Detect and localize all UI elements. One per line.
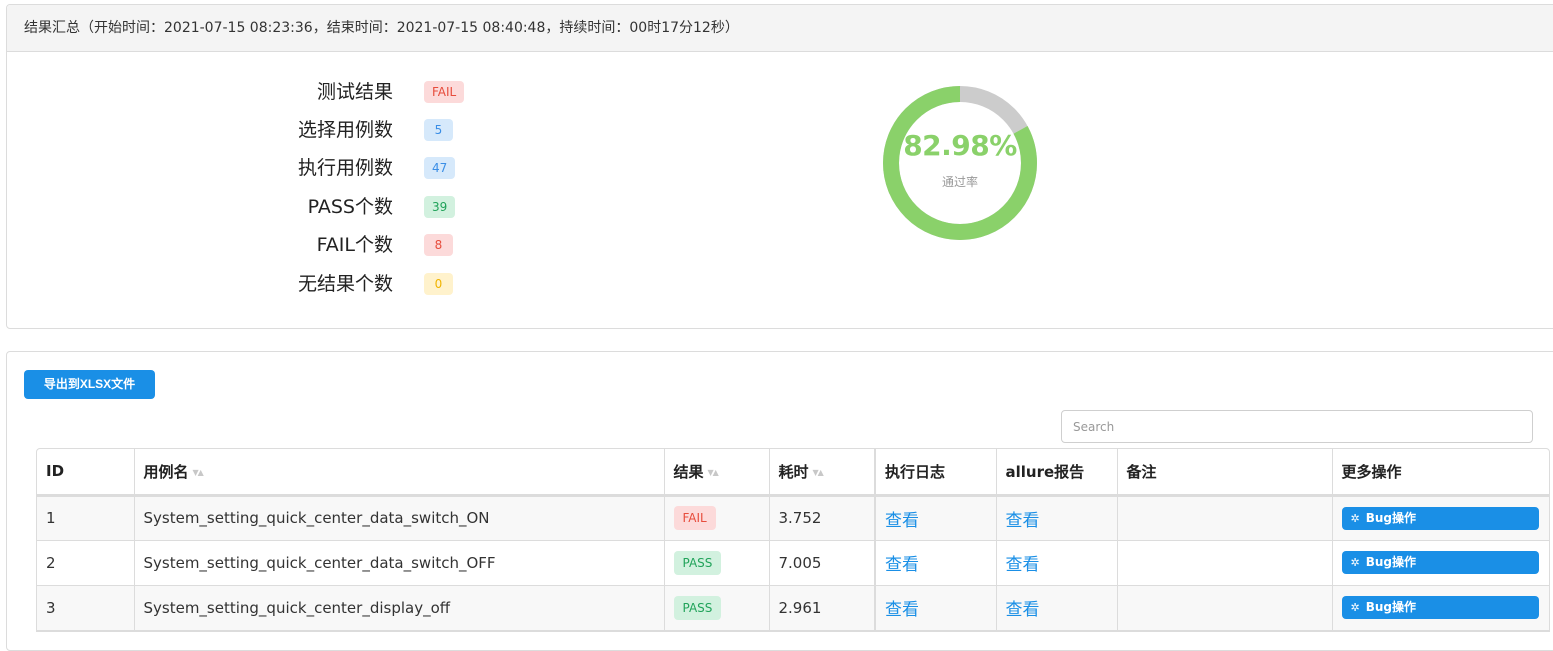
bug-action-label: Bug操作: [1365, 555, 1416, 569]
cell-allure: 查看: [996, 540, 1118, 585]
cell-log: 查看: [874, 540, 997, 585]
column-header-actions: 更多操作: [1332, 449, 1549, 495]
cell-note: [1117, 585, 1333, 630]
stat-badge: 5: [424, 119, 453, 141]
cell-time: 2.961: [769, 585, 876, 630]
search-input[interactable]: [1061, 410, 1533, 443]
column-label: 结果: [673, 462, 704, 481]
stat-label: 执行用例数: [297, 157, 393, 179]
cell-time: 7.005: [769, 540, 876, 585]
stat-label: FAIL个数: [316, 234, 393, 256]
stat-no-result-count: 无结果个数 0: [7, 271, 507, 297]
stat-badge: 39: [424, 196, 456, 218]
cell-id: 2: [37, 540, 135, 585]
cell-log: 查看: [874, 495, 997, 540]
stat-badge: FAIL: [424, 81, 465, 103]
export-xlsx-button[interactable]: 导出到XLSX文件: [24, 370, 155, 399]
column-header-time[interactable]: 耗时 ▼▲: [769, 449, 876, 495]
stat-test-result: 测试结果 FAIL: [7, 79, 507, 105]
result-badge: PASS: [673, 595, 722, 620]
result-badge: PASS: [673, 550, 722, 575]
column-header-log: 执行日志: [874, 449, 997, 495]
summary-panel: 结果汇总（开始时间：2021-07-15 08:23:36，结束时间：2021-…: [6, 4, 1553, 329]
view-allure-link[interactable]: 查看: [1006, 600, 1040, 620]
stat-pass-count: PASS个数 39: [7, 194, 507, 220]
sort-icon[interactable]: ▼▲: [708, 468, 719, 477]
pass-rate-ring: [883, 86, 1037, 240]
stat-label: 无结果个数: [297, 273, 393, 295]
pass-rate-label: 通过率: [941, 175, 978, 189]
column-header-note: 备注: [1117, 449, 1333, 495]
cell-allure: 查看: [996, 585, 1118, 630]
stat-label: 测试结果: [316, 81, 393, 103]
table-header-row: ID 用例名 ▼▲ 结果 ▼▲ 耗时 ▼▲ 执行日志 allure报告 备注 更多操作: [37, 449, 1549, 495]
stat-badge: 47: [424, 157, 456, 179]
column-label: 更多操作: [1341, 462, 1402, 481]
column-label: 执行日志: [885, 462, 946, 481]
cell-id: 1: [37, 495, 135, 540]
column-label: 耗时: [778, 462, 809, 481]
view-log-link[interactable]: 查看: [885, 600, 919, 620]
cell-note: [1117, 540, 1333, 585]
stat-fail-count: FAIL个数 8: [7, 232, 507, 258]
cell-actions: ✲ Bug操作: [1332, 585, 1549, 630]
column-label: allure报告: [1005, 462, 1085, 481]
results-table: ID 用例名 ▼▲ 结果 ▼▲ 耗时 ▼▲ 执行日志 allure报告 备注 更多操作…: [36, 448, 1550, 632]
pass-rate-value: 82.98%: [903, 129, 1017, 162]
stat-badge: 0: [424, 273, 453, 295]
sort-icon[interactable]: ▼▲: [813, 468, 824, 477]
bug-icon: ✲: [1350, 601, 1360, 614]
table-row: 2 System_setting_quick_center_data_switc…: [37, 540, 1549, 585]
cell-note: [1117, 495, 1333, 540]
table-row: 1 System_setting_quick_center_data_switc…: [37, 495, 1549, 540]
cell-case-name: System_setting_quick_center_data_switch_…: [134, 540, 665, 585]
column-label: ID: [46, 462, 65, 481]
summary-heading: 结果汇总（开始时间：2021-07-15 08:23:36，结束时间：2021-…: [7, 5, 1553, 52]
column-label: 备注: [1126, 462, 1157, 481]
cell-time: 3.752: [769, 495, 876, 540]
bug-action-button[interactable]: ✲ Bug操作: [1341, 506, 1539, 530]
view-allure-link[interactable]: 查看: [1006, 511, 1040, 531]
view-log-link[interactable]: 查看: [885, 555, 919, 575]
table-row: 3 System_setting_quick_center_display_of…: [37, 585, 1549, 630]
column-header-allure: allure报告: [996, 449, 1118, 495]
cell-actions: ✲ Bug操作: [1332, 540, 1549, 585]
bug-icon: ✲: [1350, 556, 1360, 569]
cell-result: FAIL: [664, 495, 770, 540]
bug-icon: ✲: [1350, 511, 1360, 525]
bug-action-button[interactable]: ✲ Bug操作: [1341, 596, 1539, 619]
column-header-name[interactable]: 用例名 ▼▲: [134, 449, 665, 495]
column-header-result[interactable]: 结果 ▼▲: [664, 449, 770, 495]
results-panel: 导出到XLSX文件 ID 用例名 ▼▲ 结果 ▼▲ 耗时 ▼▲ 执行日志 allure…: [6, 351, 1553, 651]
view-allure-link[interactable]: 查看: [1006, 555, 1040, 575]
stat-badge: 8: [424, 234, 453, 256]
pass-rate-donut: 82.98% 通过率: [880, 83, 1040, 243]
cell-allure: 查看: [996, 495, 1118, 540]
cell-actions: ✲ Bug操作: [1332, 495, 1549, 540]
result-badge: FAIL: [673, 506, 716, 530]
column-label: 用例名: [143, 462, 189, 481]
stat-label: 选择用例数: [297, 119, 393, 141]
bug-action-label: Bug操作: [1365, 600, 1416, 614]
stat-executed-cases: 执行用例数 47: [7, 155, 507, 181]
cell-result: PASS: [664, 585, 770, 630]
column-header-id: ID: [37, 449, 135, 495]
view-log-link[interactable]: 查看: [885, 511, 919, 531]
bug-action-button[interactable]: ✲ Bug操作: [1341, 551, 1539, 574]
stat-label: PASS个数: [307, 196, 393, 218]
stat-selected-cases: 选择用例数 5: [7, 117, 507, 143]
cell-result: PASS: [664, 540, 770, 585]
cell-id: 3: [37, 585, 135, 630]
cell-case-name: System_setting_quick_center_display_off: [134, 585, 665, 630]
cell-log: 查看: [874, 585, 997, 630]
sort-icon[interactable]: ▼▲: [193, 468, 204, 477]
bug-action-label: Bug操作: [1365, 510, 1416, 525]
cell-case-name: System_setting_quick_center_data_switch_…: [134, 495, 665, 540]
